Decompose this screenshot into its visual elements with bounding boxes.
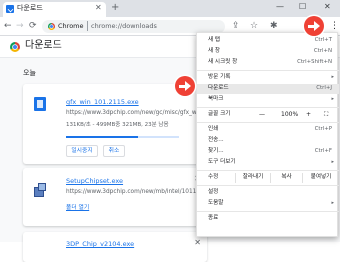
forward-icon[interactable]: → — [16, 20, 24, 32]
pause-button[interactable]: 일시중지 — [66, 145, 98, 157]
submenu-arrow-icon: ▸ — [331, 200, 334, 206]
chrome-main-menu: 새 탭 Ctrl+T 새 창 Ctrl+N 새 시크릿 창 Ctrl+Shift… — [196, 32, 339, 237]
tab-strip: 다운로드 ✕ + — ☐ ✕ — [0, 0, 340, 17]
url-divider — [87, 21, 88, 31]
menu-edit-row: 수정 잘라내기 복사 붙여넣기 — [197, 173, 339, 183]
cut-button[interactable]: 잘라내기 — [235, 173, 270, 183]
menu-divider — [197, 170, 339, 171]
fullscreen-icon[interactable]: ⛶ — [324, 110, 328, 119]
menu-divider — [197, 211, 339, 212]
menu-divider — [197, 107, 339, 108]
menu-item-help[interactable]: 도움말 ▸ — [197, 199, 339, 209]
window-close-button[interactable]: ✕ — [324, 1, 331, 13]
menu-item-settings[interactable]: 설정 — [197, 188, 339, 198]
copy-button[interactable]: 복사 — [270, 173, 302, 183]
new-tab-button[interactable]: + — [111, 2, 119, 14]
menu-divider — [197, 122, 339, 123]
menu-item-new-window[interactable]: 새 창 Ctrl+N — [197, 47, 339, 57]
highlight-arrow-icon — [304, 16, 324, 36]
cancel-button[interactable]: 취소 — [103, 145, 125, 157]
download-status: 131KB/초 - 499MB중 321MB, 23분 남음 — [66, 122, 169, 128]
tab-close-icon[interactable]: ✕ — [95, 3, 102, 13]
url-text[interactable]: chrome://downloads — [91, 22, 157, 31]
download-item: 3DP_Chip_v2104.exe ✕ — [23, 232, 207, 262]
menu-item-print[interactable]: 인쇄 Ctrl+P — [197, 125, 339, 135]
download-filename[interactable]: 3DP_Chip_v2104.exe — [66, 240, 134, 248]
menu-item-more-tools[interactable]: 도구 더보기 ▸ — [197, 158, 339, 168]
menu-item-history[interactable]: 방문 기록 ▸ — [197, 73, 339, 83]
menu-item-exit[interactable]: 종료 — [197, 214, 339, 224]
menu-item-find[interactable]: 찾기... Ctrl+F — [197, 147, 339, 157]
download-url[interactable]: https://www.3dpchip.com/new/mb/intel/101… — [66, 189, 215, 196]
remove-download-icon[interactable]: ✕ — [194, 238, 201, 248]
menu-item-new-tab[interactable]: 새 탭 Ctrl+T — [197, 36, 339, 46]
menu-divider — [197, 70, 339, 71]
file-icon — [34, 97, 46, 111]
download-item: gfx_win_101.2115.exe https://www.3dpchip… — [23, 84, 221, 164]
download-filename[interactable]: SetupChipset.exe — [66, 177, 123, 185]
page-title: 다운로드 — [25, 40, 62, 51]
reload-icon[interactable]: ⟳ — [29, 20, 37, 32]
chrome-logo-icon — [48, 23, 55, 30]
menu-item-downloads[interactable]: 다운로드 Ctrl+J — [197, 84, 339, 94]
zoom-out-button[interactable]: — — [259, 110, 265, 119]
submenu-arrow-icon: ▸ — [331, 74, 334, 80]
zoom-level: 100% — [281, 111, 299, 118]
tab-downloads[interactable]: 다운로드 ✕ — [3, 2, 106, 17]
menu-item-cast[interactable]: 전송... — [197, 136, 339, 146]
download-favicon-icon — [6, 5, 14, 13]
zoom-in-button[interactable]: + — [306, 110, 311, 119]
menu-divider — [197, 185, 339, 186]
maximize-button[interactable]: ☐ — [299, 1, 306, 13]
download-progress-bar — [66, 136, 179, 138]
menu-zoom-row: 글꼴 크기 — 100% + ⛶ — [208, 110, 329, 119]
minimize-button[interactable]: — — [276, 1, 284, 13]
submenu-arrow-icon: ▸ — [331, 159, 334, 165]
share-icon[interactable]: ⇪ — [232, 20, 240, 32]
tab-title: 다운로드 — [17, 4, 43, 12]
menu-item-new-incognito[interactable]: 새 시크릿 창 Ctrl+Shift+N — [197, 58, 339, 68]
setup-installer-icon — [33, 182, 47, 198]
menu-item-bookmarks[interactable]: 북마크 ▸ — [197, 95, 339, 105]
open-folder-link[interactable]: 폴더 열기 — [66, 205, 89, 212]
bookmark-star-icon[interactable]: ☆ — [250, 20, 258, 32]
download-progress-fill — [66, 136, 139, 138]
submenu-arrow-icon: ▸ — [331, 96, 334, 102]
url-scheme: Chrome — [58, 22, 84, 30]
download-item: SetupChipset.exe https://www.3dpchip.com… — [23, 168, 215, 226]
download-filename[interactable]: gfx_win_101.2115.exe — [66, 98, 139, 106]
paste-button[interactable]: 붙여넣기 — [302, 173, 339, 183]
back-icon[interactable]: ← — [4, 20, 12, 32]
chrome-logo-icon — [10, 42, 20, 52]
extension-icon[interactable]: ✱ — [270, 20, 278, 32]
menu-kebab-icon[interactable]: ⋮ — [330, 20, 339, 32]
date-header: 오늘 — [23, 69, 36, 77]
highlight-arrow-icon — [175, 76, 195, 96]
